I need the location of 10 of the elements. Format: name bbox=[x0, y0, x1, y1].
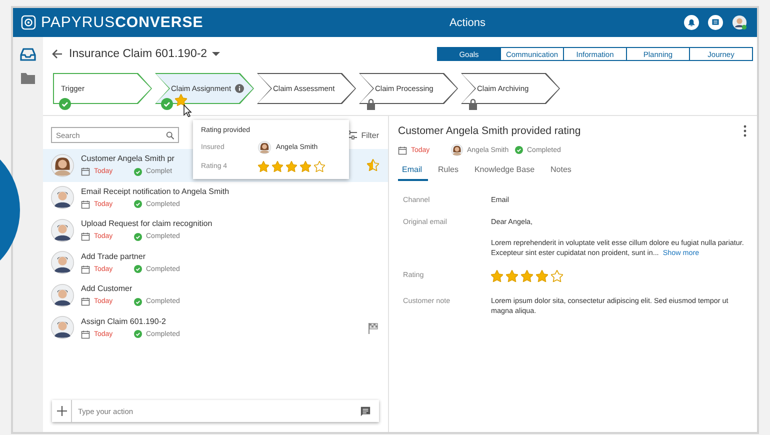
action-title: Assign Claim 601.190-2 bbox=[81, 316, 167, 326]
action-title: Add Trade partner bbox=[81, 252, 146, 261]
action-title: Customer Angela Smith pr bbox=[81, 154, 176, 164]
action-title: Email Receipt notification to Angela Smith bbox=[81, 186, 230, 196]
logo-text: PAPYRUSCONVERSE bbox=[41, 14, 204, 31]
case-title: Insurance Claim 601.190-2 bbox=[69, 48, 208, 60]
detail-title: Customer Angela Smith provided rating bbox=[398, 125, 581, 137]
page-title: Actions bbox=[448, 16, 487, 28]
action-title: Upload Request for claim recognition bbox=[81, 219, 214, 228]
action-title: Add Customer bbox=[81, 284, 134, 294]
